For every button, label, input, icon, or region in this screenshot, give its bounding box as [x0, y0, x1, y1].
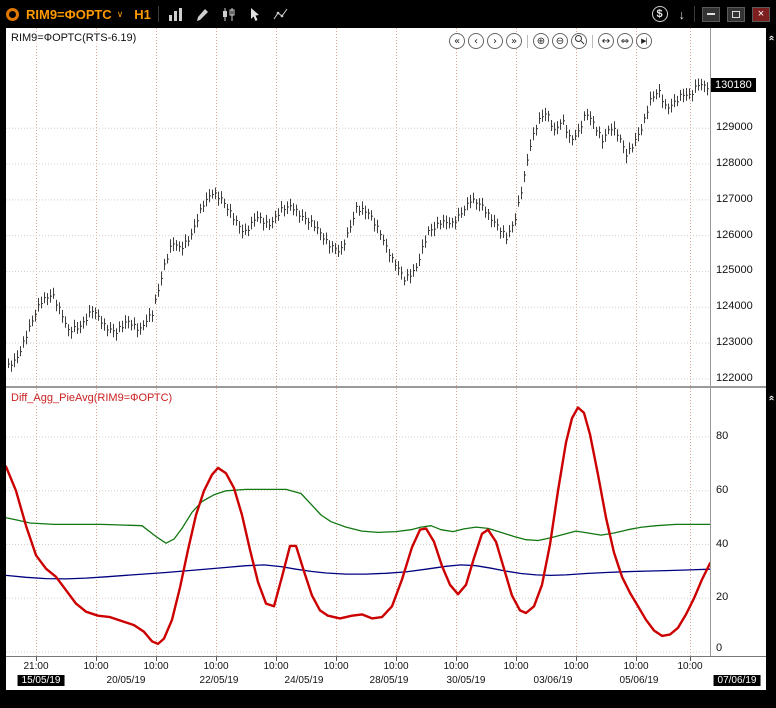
date-label: 28/05/19	[370, 675, 409, 686]
maximize-button[interactable]	[727, 7, 745, 22]
time-label: 10:00	[503, 661, 528, 672]
time-label: 10:00	[623, 661, 648, 672]
instrument-dropdown-icon[interactable]: ∨	[117, 9, 124, 20]
toolbar-right: $ ↓ ×	[650, 5, 771, 23]
date-label: 22/05/19	[200, 675, 239, 686]
zoom-out-button[interactable]: ⊖	[552, 33, 568, 49]
time-label: 10:00	[83, 661, 108, 672]
price-tick-label: 124000	[716, 300, 753, 312]
indicator-tick-label: 40	[716, 538, 728, 550]
chart-type-button[interactable]	[219, 6, 239, 23]
time-label: 10:00	[383, 661, 408, 672]
price-tick-label: 128000	[716, 157, 753, 169]
price-tick-label: 123000	[716, 336, 753, 348]
price-axis: 129000 128000 127000 126000 125000 124000 1230…	[711, 28, 766, 656]
chart-nav-toolbar: « ‹ › » ⊕ ⊖ ↔ ⇔ ▶|	[449, 33, 652, 49]
zoom-in-button[interactable]: ⊕	[533, 33, 549, 49]
magnifier-icon	[574, 34, 585, 45]
money-button[interactable]: $	[650, 5, 670, 23]
scroll-right-button[interactable]: ›	[487, 33, 503, 49]
toolbar-separator	[694, 6, 695, 22]
time-label: 10:00	[677, 661, 702, 672]
cursor-tool-button[interactable]	[246, 6, 264, 23]
scroll-fast-right-button[interactable]: »	[506, 33, 522, 49]
scroll-left-button[interactable]: ‹	[468, 33, 484, 49]
time-label: 10:00	[323, 661, 348, 672]
indicator-tick-label: 20	[716, 591, 728, 603]
indicator-pane-title: Diff_Agg_PieAvg(RIM9=ФОРТС)	[11, 392, 172, 404]
candles-icon	[221, 7, 237, 22]
window-toolbar: RIM9=ФОРТС ∨ H1 $ ↓	[0, 0, 776, 28]
minimize-icon	[707, 13, 715, 15]
close-button[interactable]: ×	[752, 7, 770, 22]
timeframe-label[interactable]: H1	[134, 7, 151, 22]
histogram-tool-button[interactable]	[166, 6, 186, 22]
pencil-icon	[195, 7, 210, 22]
scroll-fast-left-button[interactable]: «	[449, 33, 465, 49]
scroll-to-end-button[interactable]: ▶|	[636, 33, 652, 49]
date-label: 03/06/19	[534, 675, 573, 686]
draw-tool-button[interactable]	[193, 6, 212, 23]
dollar-icon: $	[652, 6, 668, 22]
time-label: 10:00	[143, 661, 168, 672]
collapse-price-pane-button[interactable]: «	[765, 33, 776, 43]
maximize-icon	[732, 11, 740, 18]
right-strip: « «	[766, 28, 776, 690]
toolbar-separator	[158, 6, 159, 22]
arrow-down-icon: ↓	[679, 7, 686, 22]
app-logo-icon	[6, 8, 19, 21]
price-plot[interactable]	[6, 28, 710, 386]
zoom-box-button[interactable]	[571, 33, 587, 49]
chart-window: RIM9=ФОРТС ∨ H1 $ ↓	[0, 0, 776, 708]
bottom-strip	[0, 690, 776, 708]
time-label: 21:00	[23, 661, 48, 672]
time-axis: 21:00 10:00 10:00 10:00 10:00 10:00 10:00 10:00…	[6, 656, 766, 690]
date-badge: 07/06/19	[714, 675, 761, 686]
time-label: 10:00	[203, 661, 228, 672]
minimize-button[interactable]	[702, 7, 720, 22]
date-label: 05/06/19	[620, 675, 659, 686]
time-label: 10:00	[563, 661, 588, 672]
indicator-plot[interactable]	[6, 388, 710, 656]
price-tick-label: 126000	[716, 229, 753, 241]
price-pane-title: RIM9=ФОРТС(RTS-6.19)	[11, 32, 136, 44]
date-label: 30/05/19	[447, 675, 486, 686]
indicator-tick-label: 80	[716, 430, 728, 442]
last-price-badge: 130180	[711, 78, 756, 92]
volume-histogram-icon	[168, 7, 184, 21]
date-label: 20/05/19	[107, 675, 146, 686]
toolbar-left: RIM9=ФОРТС ∨ H1	[6, 6, 291, 23]
expand-scale-button[interactable]: ⇔	[617, 33, 633, 49]
dock-down-button[interactable]: ↓	[677, 6, 688, 23]
price-pane: RIM9=ФОРТС(RTS-6.19) « ‹ › » ⊕ ⊖ ↔ ⇔ ▶|	[6, 28, 711, 386]
nav-separator	[592, 35, 593, 48]
indicator-tool-button[interactable]	[271, 6, 291, 22]
compress-scale-button[interactable]: ↔	[598, 33, 614, 49]
chart-area: RIM9=ФОРТС(RTS-6.19) « ‹ › » ⊕ ⊖ ↔ ⇔ ▶|	[6, 28, 766, 690]
collapse-indicator-pane-button[interactable]: «	[765, 393, 776, 403]
instrument-title[interactable]: RIM9=ФОРТС	[26, 7, 112, 22]
indicator-icon	[273, 7, 289, 21]
time-label: 10:00	[443, 661, 468, 672]
cursor-icon	[248, 7, 262, 22]
nav-separator	[527, 35, 528, 48]
time-label: 10:00	[263, 661, 288, 672]
indicator-pane: Diff_Agg_PieAvg(RIM9=ФОРТС)	[6, 388, 711, 656]
date-badge: 15/05/19	[18, 675, 65, 686]
indicator-tick-label: 60	[716, 484, 728, 496]
price-tick-label: 122000	[716, 372, 753, 384]
price-tick-label: 125000	[716, 264, 753, 276]
price-tick-label: 129000	[716, 121, 753, 133]
indicator-tick-label: 0	[716, 642, 722, 654]
price-tick-label: 127000	[716, 193, 753, 205]
date-label: 24/05/19	[285, 675, 324, 686]
